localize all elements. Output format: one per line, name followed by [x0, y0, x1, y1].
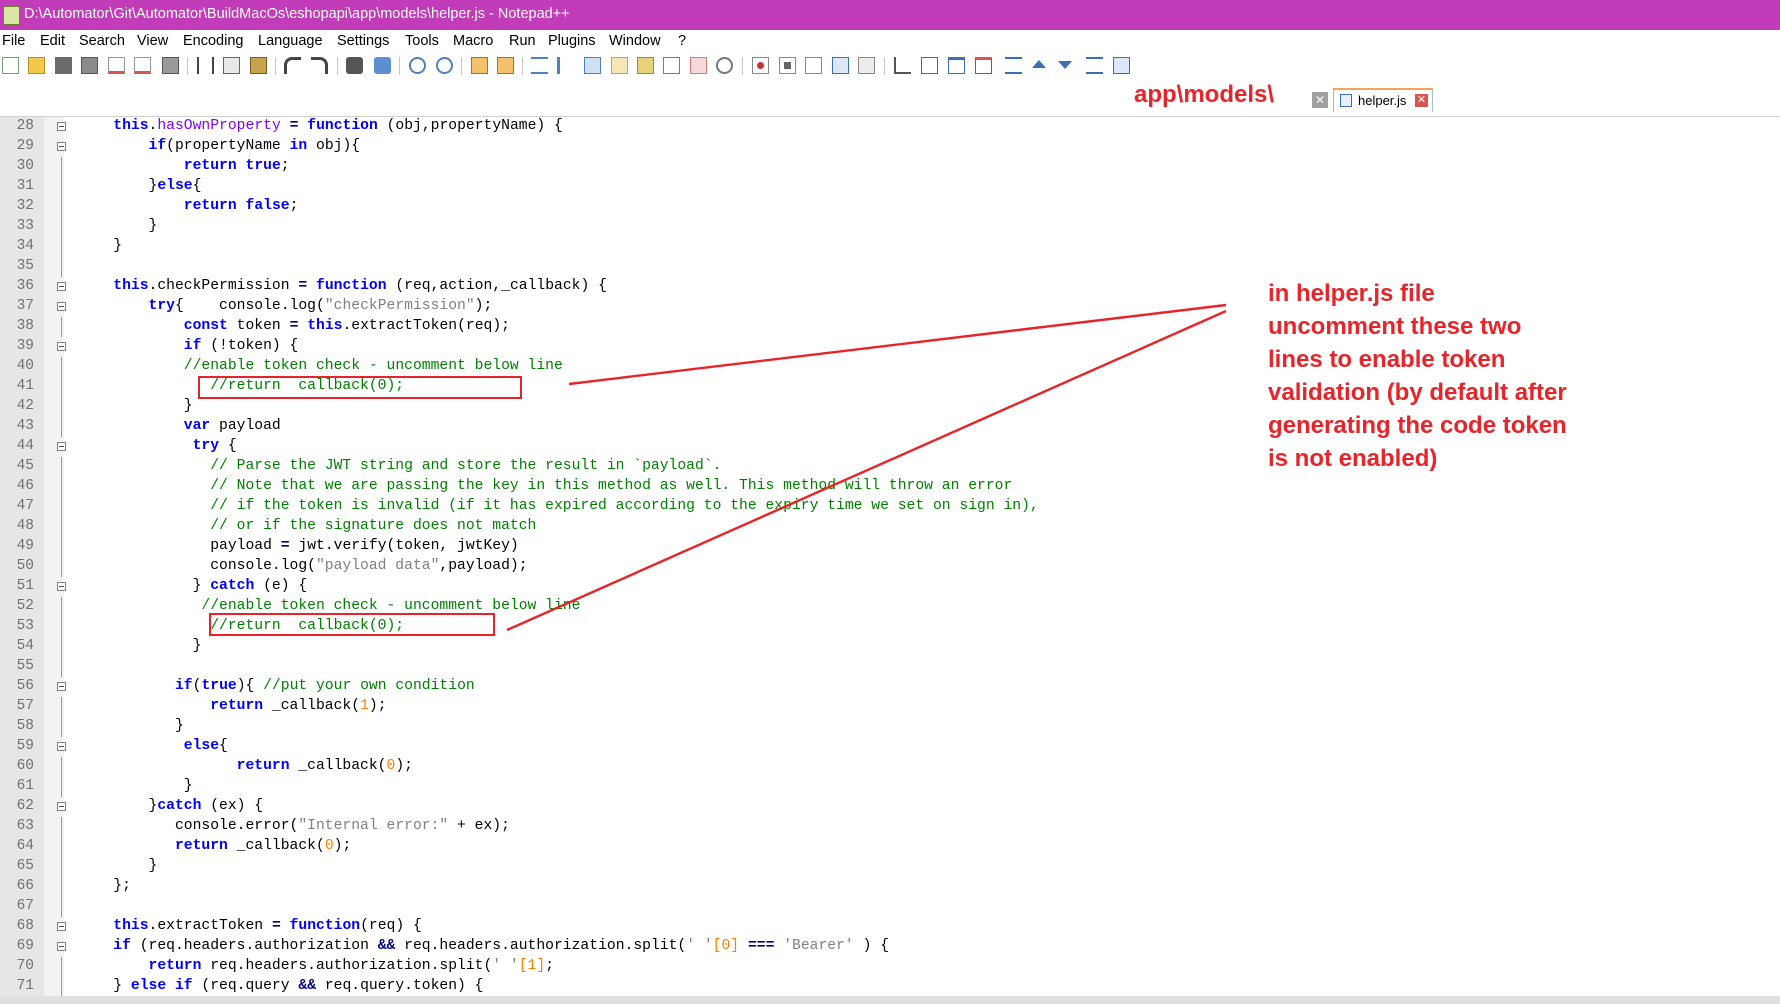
annotation-arrows — [506, 303, 1227, 632]
annotation-note: in helper.js file uncomment these two li… — [1268, 280, 1567, 472]
arrow-line-top — [568, 303, 1227, 386]
arrow-line-bottom — [506, 309, 1227, 632]
horizontal-scrollbar[interactable] — [0, 996, 1780, 1004]
